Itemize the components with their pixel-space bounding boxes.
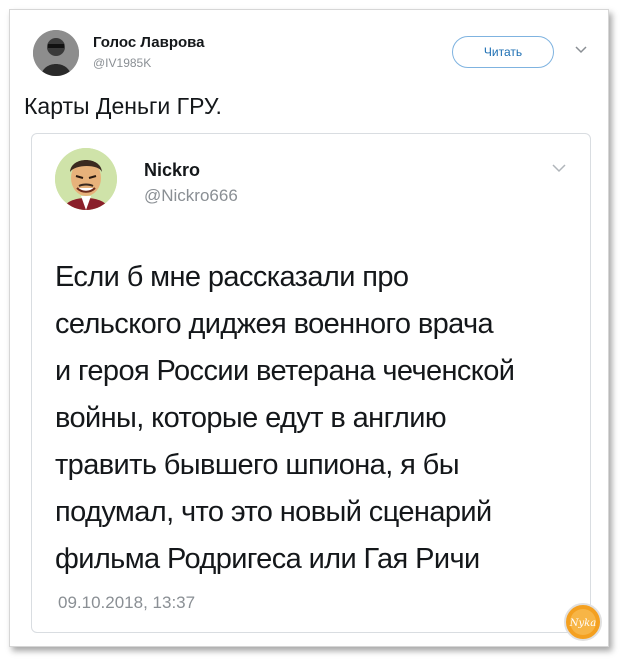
quoted-tweet-card[interactable]: Nickro @Nickro666 Если б мне рассказали …	[31, 133, 591, 633]
nyka-watermark-logo: Nyka	[564, 603, 602, 641]
quoted-text-line: подумал, что это новый сценарий	[55, 496, 492, 528]
quoted-text-line: Если б мне рассказали про	[55, 261, 409, 293]
quoted-chevron-down-icon[interactable]	[552, 164, 566, 173]
chevron-down-icon[interactable]	[575, 46, 587, 54]
quoted-handle[interactable]: @Nickro666	[144, 186, 238, 206]
svg-text:Nyka: Nyka	[569, 618, 596, 629]
quoted-text-line: фильма Родригеса или Гая Ричи	[55, 543, 480, 575]
quoted-text-line: сельского диджея военного врача	[55, 308, 494, 340]
quoted-timestamp[interactable]: 09.10.2018, 13:37	[58, 593, 195, 613]
quoted-name[interactable]: Nickro	[144, 160, 200, 181]
follow-button[interactable]: Читать	[452, 36, 554, 68]
quoted-text-line: и героя России ветерана чеченской	[55, 355, 515, 387]
author-avatar-image	[33, 30, 79, 76]
tweet-text: Карты Деньги ГРУ.	[24, 93, 222, 119]
author-handle[interactable]: @IV1985K	[93, 56, 151, 70]
author-name[interactable]: Голос Лаврова	[93, 34, 205, 51]
author-avatar[interactable]	[33, 30, 79, 76]
quoted-avatar[interactable]	[55, 148, 117, 210]
cartoon-villain-avatar-image	[55, 148, 117, 210]
quoted-text: Если б мне рассказали про сельского дидж…	[55, 254, 580, 583]
quoted-text-line: травить бывшего шпиона, я бы	[55, 449, 460, 481]
quoted-text-line: войны, которые едут в англию	[55, 402, 447, 434]
